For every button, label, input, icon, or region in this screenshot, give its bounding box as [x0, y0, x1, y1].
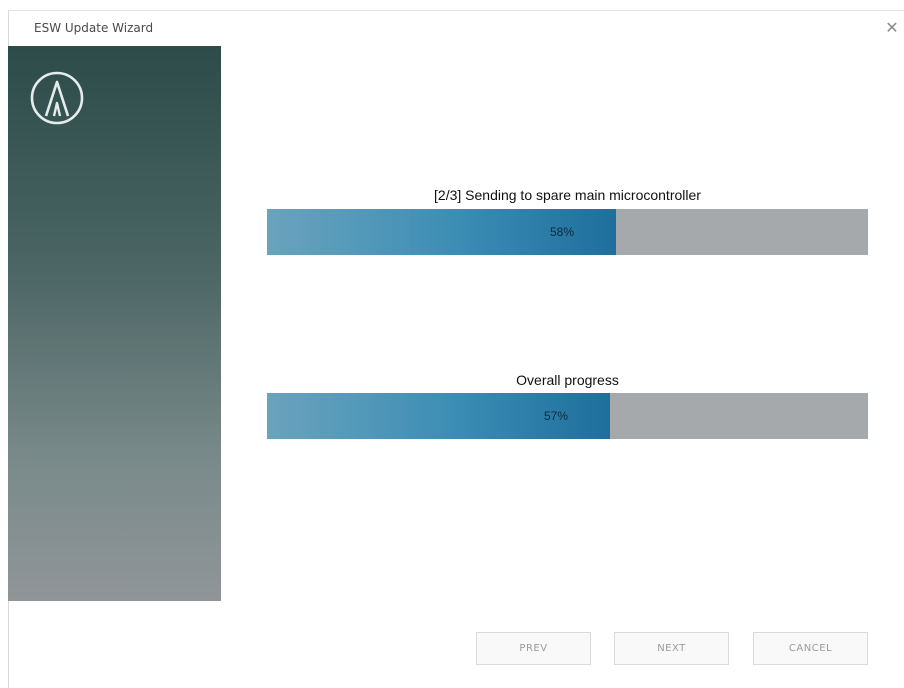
overall-progress-percent: 57%: [544, 409, 569, 423]
side-panel: [8, 46, 221, 601]
task-progress-bar: 58%: [267, 209, 868, 255]
next-button[interactable]: NEXT: [614, 632, 729, 665]
task-progress-label: [2/3] Sending to spare main microcontrol…: [434, 187, 701, 203]
audio-technica-logo-icon: [30, 71, 84, 125]
prev-button[interactable]: PREV: [476, 632, 591, 665]
overall-progress-label: Overall progress: [516, 372, 619, 388]
task-progress-percent: 58%: [550, 225, 575, 239]
window-title: ESW Update Wizard: [34, 21, 154, 35]
overall-progress-bar: 57%: [267, 393, 868, 439]
close-button[interactable]: ✕: [880, 17, 904, 39]
cancel-button[interactable]: CANCEL: [753, 632, 868, 665]
